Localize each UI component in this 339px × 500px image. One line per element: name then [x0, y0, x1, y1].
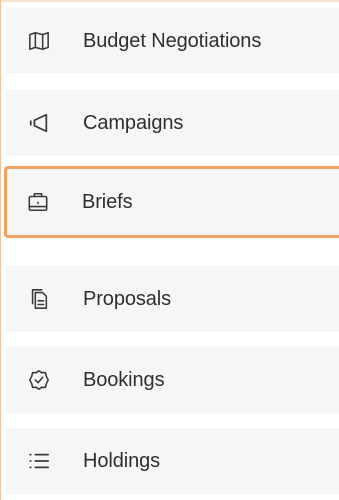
- sidebar-item-briefs[interactable]: Briefs: [4, 166, 339, 238]
- sidebar-item-label: Briefs: [82, 190, 133, 213]
- sidebar-item-label: Holdings: [83, 449, 161, 472]
- briefcase-icon: [27, 191, 49, 213]
- map-icon: [28, 30, 50, 52]
- documents-icon: [28, 288, 50, 310]
- top-border: [1, 0, 339, 2]
- list-icon: [28, 450, 50, 472]
- sidebar-item-campaigns[interactable]: Campaigns: [6, 90, 339, 156]
- sidebar-nav: Budget Negotiations Campaigns Briefs Pro…: [0, 0, 339, 500]
- megaphone-icon: [28, 112, 50, 134]
- sidebar-item-label: Budget Negotiations: [83, 29, 262, 52]
- sidebar-item-label: Bookings: [83, 368, 165, 391]
- sidebar-item-proposals[interactable]: Proposals: [6, 266, 339, 332]
- sidebar-item-label: Campaigns: [83, 111, 184, 134]
- sidebar-item-label: Proposals: [83, 287, 172, 310]
- sidebar-item-holdings[interactable]: Holdings: [6, 428, 339, 494]
- badge-check-icon: [28, 369, 50, 391]
- sidebar-item-bookings[interactable]: Bookings: [6, 347, 339, 413]
- sidebar-item-budget-negotiations[interactable]: Budget Negotiations: [6, 8, 339, 74]
